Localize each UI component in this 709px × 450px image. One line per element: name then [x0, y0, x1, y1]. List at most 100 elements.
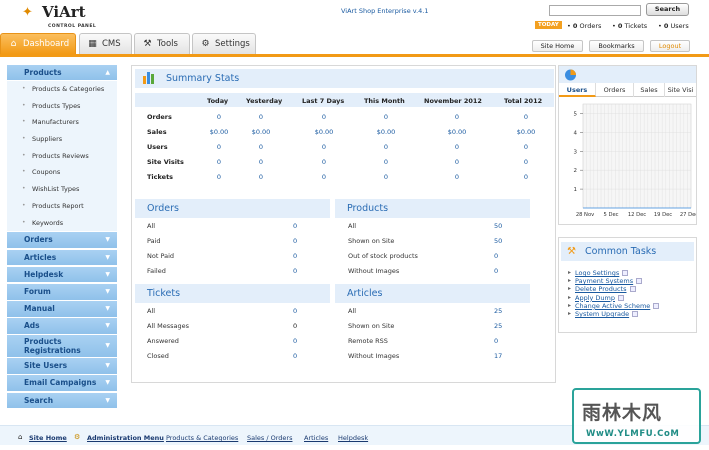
tab-dashboard[interactable]: ⌂ Dashboard [0, 33, 76, 54]
sidebar-subitem[interactable]: Products Types [7, 97, 117, 115]
counter-users[interactable]: • 0 Users [658, 22, 689, 30]
stats-cell[interactable]: $0.00 [246, 128, 276, 136]
help-icon[interactable] [629, 286, 636, 293]
stats-cell[interactable]: 0 [511, 158, 541, 166]
block-row-value[interactable]: 50 [494, 222, 502, 230]
stats-cell[interactable]: 0 [442, 173, 472, 181]
stats-cell[interactable]: 0 [371, 158, 401, 166]
search-button[interactable]: Search [646, 3, 689, 16]
stats-cell[interactable]: 0 [204, 143, 234, 151]
block-row-value[interactable]: 0 [293, 307, 297, 315]
footer-link-helpdesk[interactable]: Helpdesk [338, 434, 368, 442]
help-icon[interactable] [622, 270, 629, 276]
sidebar-subitem[interactable]: Coupons [7, 164, 117, 182]
stats-cell[interactable]: 0 [442, 113, 472, 121]
tab-settings[interactable]: ⚙ Settings [192, 33, 256, 54]
stats-cell[interactable]: $0.00 [204, 128, 234, 136]
block-row-value[interactable]: 0 [293, 267, 297, 275]
block-row-value[interactable]: 0 [494, 252, 498, 260]
stats-cell[interactable]: 0 [309, 143, 339, 151]
stats-cell[interactable]: 0 [309, 113, 339, 121]
sidebar-subitem[interactable]: Products Report [7, 197, 117, 215]
counter-orders[interactable]: • 0 Orders [567, 22, 601, 30]
chart-tab-orders[interactable]: Orders [596, 83, 634, 97]
stats-cell[interactable]: 0 [204, 158, 234, 166]
stats-cell[interactable]: 0 [442, 143, 472, 151]
footer-link-products-categories[interactable]: Products & Categories [166, 434, 238, 442]
help-icon[interactable] [632, 311, 639, 317]
block-row-value[interactable]: 25 [494, 307, 502, 315]
common-task-link[interactable]: Logo Settings [575, 269, 629, 277]
stats-cell[interactable]: 0 [309, 173, 339, 181]
stats-cell[interactable]: 0 [371, 173, 401, 181]
sidebar-subitem[interactable]: Suppliers [7, 131, 117, 148]
stats-cell[interactable]: 0 [511, 113, 541, 121]
stats-cell[interactable]: 0 [442, 158, 472, 166]
sidebar-item-forum[interactable]: Forum ▼ [7, 283, 117, 300]
footer-link-sales-orders[interactable]: Sales / Orders [247, 434, 292, 442]
chart-tab-site-visits[interactable]: Site Visi [665, 83, 696, 97]
block-row-value[interactable]: 17 [494, 352, 502, 360]
counter-tickets[interactable]: • 0 Tickets [612, 22, 647, 30]
help-icon[interactable] [618, 294, 624, 301]
help-icon[interactable] [653, 302, 660, 309]
sidebar-subitem[interactable]: Manufacturers [7, 114, 117, 132]
sidebar-item-ads[interactable]: Ads ▼ [7, 317, 117, 334]
stats-cell[interactable]: 0 [371, 143, 401, 151]
sidebar-item-site-users[interactable]: Site Users ▼ [7, 358, 117, 375]
block-row-value[interactable]: 0 [293, 337, 297, 345]
tab-tools[interactable]: ⚒ Tools [134, 33, 190, 54]
sidebar-item-products-registrations[interactable]: Products Registrations ▼ [7, 335, 117, 358]
sidebar-item-email-campaigns[interactable]: Email Campaigns ▼ [7, 375, 117, 392]
bookmarks-button[interactable]: Bookmarks [589, 40, 644, 52]
common-task-link[interactable]: System Upgrade [575, 310, 639, 318]
block-row-value[interactable]: 0 [293, 352, 297, 360]
stats-cell[interactable]: $0.00 [371, 128, 401, 136]
block-row-value[interactable]: 0 [494, 337, 498, 345]
footer-link-site-home[interactable]: Site Home [29, 434, 67, 442]
tab-cms[interactable]: ▦ CMS [79, 33, 132, 54]
block-row-value[interactable]: 0 [293, 322, 297, 330]
block-row-value[interactable]: 0 [494, 267, 498, 275]
sidebar-item-orders[interactable]: Orders ▼ [7, 232, 117, 249]
sidebar-item-manual[interactable]: Manual ▼ [7, 300, 117, 317]
sidebar-subitem[interactable]: Products Reviews [7, 147, 117, 165]
stats-cell[interactable]: 0 [246, 158, 276, 166]
sidebar-subitem[interactable]: WishList Types [7, 181, 117, 198]
sidebar-item-helpdesk[interactable]: Helpdesk ▼ [7, 266, 117, 283]
sidebar-subitem[interactable]: Keywords [7, 214, 117, 232]
common-task-link[interactable]: Apply Dump [575, 294, 624, 302]
search-input[interactable] [549, 5, 641, 16]
sidebar-item-products[interactable]: Products ▲ [7, 65, 117, 80]
stats-cell[interactable]: 0 [246, 173, 276, 181]
block-row-value[interactable]: 0 [293, 237, 297, 245]
stats-cell[interactable]: 0 [371, 113, 401, 121]
common-task-link[interactable]: Payment Systems [575, 277, 643, 285]
chart-tab-users[interactable]: Users [559, 83, 596, 97]
stats-cell[interactable]: $0.00 [511, 128, 541, 136]
block-row-value[interactable]: 50 [494, 237, 502, 245]
footer-link-articles[interactable]: Articles [304, 434, 328, 442]
sidebar-subitem[interactable]: Products & Categories [7, 81, 117, 98]
stats-cell[interactable]: 0 [511, 173, 541, 181]
footer-link-administration-menu[interactable]: Administration Menu [87, 434, 164, 442]
common-task-link[interactable]: Change Active Scheme [575, 302, 660, 310]
stats-cell[interactable]: 0 [246, 143, 276, 151]
help-icon[interactable] [636, 278, 643, 285]
stats-cell[interactable]: 0 [309, 158, 339, 166]
common-task-link[interactable]: Delete Products [575, 285, 636, 293]
block-row-value[interactable]: 0 [293, 222, 297, 230]
block-row-value[interactable]: 25 [494, 322, 502, 330]
stats-cell[interactable]: $0.00 [442, 128, 472, 136]
stats-cell[interactable]: 0 [511, 143, 541, 151]
block-row-value[interactable]: 0 [293, 252, 297, 260]
logout-button[interactable]: Logout [650, 40, 690, 52]
site-home-button[interactable]: Site Home [532, 40, 583, 52]
sidebar-item-articles[interactable]: Articles ▼ [7, 249, 117, 266]
stats-cell[interactable]: $0.00 [309, 128, 339, 136]
sidebar-item-search[interactable]: Search ▼ [7, 392, 117, 409]
chart-tab-sales[interactable]: Sales [634, 83, 665, 97]
stats-cell[interactable]: 0 [204, 113, 234, 121]
stats-cell[interactable]: 0 [204, 173, 234, 181]
stats-cell[interactable]: 0 [246, 113, 276, 121]
